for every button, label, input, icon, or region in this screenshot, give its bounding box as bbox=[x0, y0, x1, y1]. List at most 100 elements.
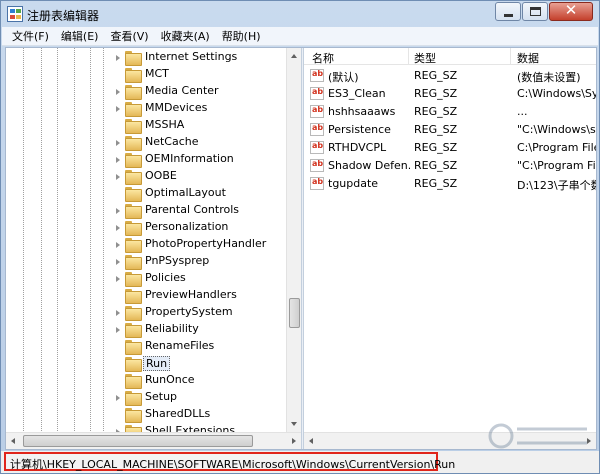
tree-node-label: PreviewHandlers bbox=[145, 288, 237, 301]
column-type[interactable]: 类型 bbox=[414, 50, 436, 66]
tree-node[interactable]: PnPSysprep bbox=[6, 253, 286, 270]
folder-icon bbox=[125, 340, 142, 355]
key-tree[interactable]: Internet Settings MCT Media Center MMDevice… bbox=[6, 48, 301, 432]
expand-arrow-icon[interactable] bbox=[116, 55, 120, 61]
status-bar: 计算机\HKEY_LOCAL_MACHINE\SOFTWARE\Microsof… bbox=[1, 451, 599, 473]
menu-file[interactable]: 文件(F) bbox=[6, 28, 55, 44]
value-name: RTHDVCPL bbox=[328, 141, 387, 154]
arrow-left-icon[interactable] bbox=[11, 438, 15, 444]
window-controls: ✕ bbox=[494, 1, 593, 21]
tree-node[interactable]: PhotoPropertyHandler bbox=[6, 236, 286, 253]
tree-horizontal-scrollbar[interactable] bbox=[6, 432, 301, 449]
column-data[interactable]: 数据 bbox=[517, 50, 539, 66]
folder-icon bbox=[125, 136, 142, 151]
tree-node[interactable]: Shell Extensions bbox=[6, 423, 286, 432]
tree-node-label: RenameFiles bbox=[145, 339, 215, 352]
value-type: REG_SZ bbox=[414, 159, 458, 172]
scroll-down-button[interactable] bbox=[287, 416, 301, 432]
title-bar[interactable]: 注册表编辑器 ✕ bbox=[1, 1, 599, 27]
tree-node[interactable]: Parental Controls bbox=[6, 202, 286, 219]
maximize-icon bbox=[530, 7, 541, 16]
expand-arrow-icon[interactable] bbox=[116, 157, 120, 163]
tree-node[interactable]: NetCache bbox=[6, 134, 286, 151]
list-item[interactable]: ab (默认) REG_SZ (数值未设置) bbox=[304, 67, 596, 85]
tree-hscroll-thumb[interactable] bbox=[23, 435, 253, 447]
list-item[interactable]: ab hshhsaaaws REG_SZ... bbox=[304, 103, 596, 121]
expand-arrow-icon[interactable] bbox=[116, 89, 120, 95]
tree-node[interactable]: MCT bbox=[6, 66, 286, 83]
menu-bar: 文件(F) 编辑(E) 查看(V) 收藏夹(A) 帮助(H) bbox=[2, 27, 598, 46]
expand-arrow-icon[interactable] bbox=[116, 327, 120, 333]
expand-arrow-icon[interactable] bbox=[116, 259, 120, 265]
tree-node-label: RunOnce bbox=[145, 373, 195, 386]
folder-icon bbox=[125, 357, 142, 372]
value-name: hshhsaaaws bbox=[328, 105, 396, 118]
tree-node[interactable]: Personalization bbox=[6, 219, 286, 236]
expand-arrow-icon[interactable] bbox=[116, 140, 120, 146]
list-item[interactable]: ab RTHDVCPL REG_SZ C:\Program Files bbox=[304, 139, 596, 157]
expand-arrow-icon[interactable] bbox=[116, 310, 120, 316]
string-value-icon: ab bbox=[310, 105, 324, 118]
expand-arrow-icon[interactable] bbox=[116, 276, 120, 282]
list-item[interactable]: ab Shadow Defen... REG_SZ "C:\Program File bbox=[304, 157, 596, 175]
tree-node[interactable]: RenameFiles bbox=[6, 338, 286, 355]
arrow-left-icon[interactable] bbox=[309, 438, 313, 444]
tree-node-label: MMDevices bbox=[145, 101, 208, 114]
value-name: (默认) bbox=[328, 71, 359, 84]
folder-icon bbox=[125, 289, 142, 304]
expand-arrow-icon[interactable] bbox=[116, 208, 120, 214]
expand-arrow-icon[interactable] bbox=[116, 242, 120, 248]
list-item[interactable]: ab tgupdate REG_SZ D:\123\子串个数 bbox=[304, 175, 596, 193]
column-divider[interactable] bbox=[408, 48, 409, 65]
scroll-thumb[interactable] bbox=[289, 298, 300, 328]
tree-node[interactable]: Reliability bbox=[6, 321, 286, 338]
expand-arrow-icon[interactable] bbox=[116, 174, 120, 180]
tree-node[interactable]: OptimalLayout bbox=[6, 185, 286, 202]
list-item[interactable]: ab ES3_Clean REG_SZ C:\Windows\Sys bbox=[304, 85, 596, 103]
tree-node-label: OptimalLayout bbox=[145, 186, 226, 199]
tree-node[interactable]: RunOnce bbox=[6, 372, 286, 389]
value-type: REG_SZ bbox=[414, 141, 458, 154]
value-data: (数值未设置) bbox=[517, 71, 581, 84]
tree-node[interactable]: MSSHA bbox=[6, 117, 286, 134]
tree-node[interactable]: Setup bbox=[6, 389, 286, 406]
folder-icon bbox=[125, 408, 142, 423]
tree-node[interactable]: Policies bbox=[6, 270, 286, 287]
folder-icon bbox=[125, 153, 142, 168]
close-button[interactable]: ✕ bbox=[549, 1, 593, 21]
tree-vertical-scrollbar[interactable] bbox=[286, 48, 301, 432]
column-divider[interactable] bbox=[510, 48, 511, 65]
folder-icon bbox=[125, 170, 142, 185]
tree-node[interactable]: SharedDLLs bbox=[6, 406, 286, 423]
tree-node-label: Personalization bbox=[145, 220, 229, 233]
scroll-up-button[interactable] bbox=[287, 48, 301, 64]
tree-node[interactable]: Internet Settings bbox=[6, 49, 286, 66]
tree-node[interactable]: PropertySystem bbox=[6, 304, 286, 321]
tree-node[interactable]: OEMInformation bbox=[6, 151, 286, 168]
menu-edit[interactable]: 编辑(E) bbox=[55, 28, 105, 44]
value-list[interactable]: 名称 类型 数据 ab (默认) REG_SZ (数值未设置) ab ES3_Clean R… bbox=[304, 48, 596, 432]
menu-view[interactable]: 查看(V) bbox=[104, 28, 154, 44]
menu-help[interactable]: 帮助(H) bbox=[216, 28, 267, 44]
tree-node[interactable]: MMDevices bbox=[6, 100, 286, 117]
list-item[interactable]: ab Persistence REG_SZ "C:\Windows\sy bbox=[304, 121, 596, 139]
tree-node-label: Reliability bbox=[145, 322, 199, 335]
maximize-button[interactable] bbox=[522, 2, 548, 21]
value-data: ... bbox=[517, 105, 528, 118]
tree-node-label: NetCache bbox=[145, 135, 199, 148]
tree-node[interactable]: Media Center bbox=[6, 83, 286, 100]
expand-arrow-icon[interactable] bbox=[116, 106, 120, 112]
string-value-icon: ab bbox=[310, 159, 324, 172]
value-data: "C:\Windows\sy bbox=[517, 123, 596, 136]
string-value-icon: ab bbox=[310, 87, 324, 100]
column-name[interactable]: 名称 bbox=[312, 50, 334, 66]
expand-arrow-icon[interactable] bbox=[116, 395, 120, 401]
expand-arrow-icon[interactable] bbox=[116, 225, 120, 231]
minimize-button[interactable] bbox=[495, 2, 521, 21]
tree-node[interactable]: PreviewHandlers bbox=[6, 287, 286, 304]
tree-node-label: Run bbox=[143, 356, 171, 371]
tree-node[interactable]: Run bbox=[6, 355, 286, 372]
arrow-right-icon[interactable] bbox=[292, 438, 296, 444]
tree-node[interactable]: OOBE bbox=[6, 168, 286, 185]
menu-favorites[interactable]: 收藏夹(A) bbox=[155, 28, 216, 44]
